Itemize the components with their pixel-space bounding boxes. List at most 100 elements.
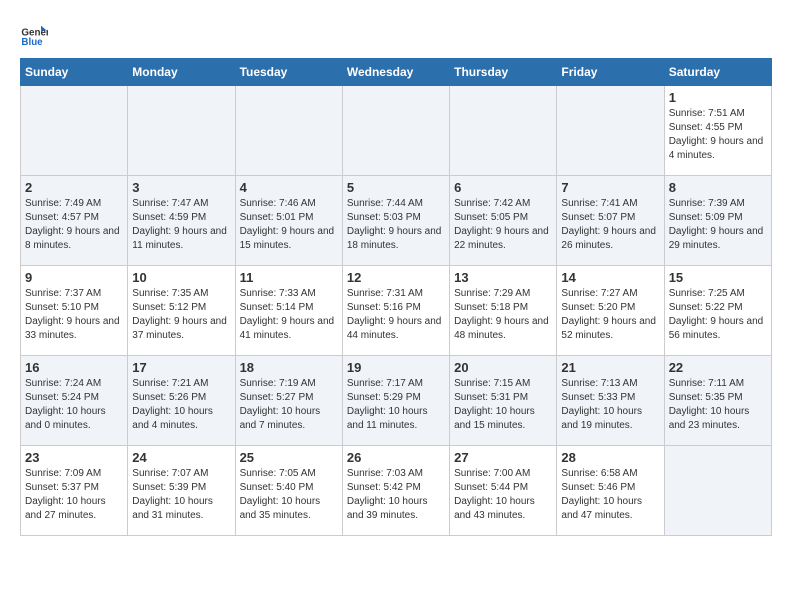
calendar-cell: 27 Sunrise: 7:00 AM Sunset: 5:44 PM Dayli…: [450, 446, 557, 536]
day-info: Sunrise: 7:51 AM Sunset: 4:55 PM Dayligh…: [669, 107, 767, 163]
day-number: 1: [669, 90, 767, 105]
page-header: General Blue: [20, 20, 772, 48]
day-number: 14: [561, 270, 659, 285]
day-number: 22: [669, 360, 767, 375]
calendar-cell: [21, 86, 128, 176]
calendar-cell: 10 Sunrise: 7:35 AM Sunset: 5:12 PM Dayli…: [128, 266, 235, 356]
day-number: 10: [132, 270, 230, 285]
day-number: 18: [240, 360, 338, 375]
day-info: Sunrise: 7:41 AM Sunset: 5:07 PM Dayligh…: [561, 197, 659, 253]
calendar-cell: 22 Sunrise: 7:11 AM Sunset: 5:35 PM Dayli…: [664, 356, 771, 446]
day-info: Sunrise: 7:11 AM Sunset: 5:35 PM Dayligh…: [669, 377, 767, 433]
calendar-cell: 28 Sunrise: 6:58 AM Sunset: 5:46 PM Dayli…: [557, 446, 664, 536]
calendar-cell: 6 Sunrise: 7:42 AM Sunset: 5:05 PM Daylig…: [450, 176, 557, 266]
day-info: Sunrise: 7:35 AM Sunset: 5:12 PM Dayligh…: [132, 287, 230, 343]
day-number: 7: [561, 180, 659, 195]
day-info: Sunrise: 7:33 AM Sunset: 5:14 PM Dayligh…: [240, 287, 338, 343]
day-info: Sunrise: 7:42 AM Sunset: 5:05 PM Dayligh…: [454, 197, 552, 253]
calendar-cell: 19 Sunrise: 7:17 AM Sunset: 5:29 PM Dayli…: [342, 356, 449, 446]
day-number: 4: [240, 180, 338, 195]
day-number: 8: [669, 180, 767, 195]
calendar-cell: 8 Sunrise: 7:39 AM Sunset: 5:09 PM Daylig…: [664, 176, 771, 266]
calendar-cell: 23 Sunrise: 7:09 AM Sunset: 5:37 PM Dayli…: [21, 446, 128, 536]
calendar-cell: 7 Sunrise: 7:41 AM Sunset: 5:07 PM Daylig…: [557, 176, 664, 266]
calendar-table: SundayMondayTuesdayWednesdayThursdayFrid…: [20, 58, 772, 536]
calendar-cell: 15 Sunrise: 7:25 AM Sunset: 5:22 PM Dayli…: [664, 266, 771, 356]
column-header-monday: Monday: [128, 59, 235, 86]
day-info: Sunrise: 7:24 AM Sunset: 5:24 PM Dayligh…: [25, 377, 123, 433]
calendar-cell: 13Sunrise: 7:29 AM Sunset: 5:18 PM Dayli…: [450, 266, 557, 356]
day-info: Sunrise: 7:31 AM Sunset: 5:16 PM Dayligh…: [347, 287, 445, 343]
day-info: Sunrise: 7:39 AM Sunset: 5:09 PM Dayligh…: [669, 197, 767, 253]
day-info: Sunrise: 7:49 AM Sunset: 4:57 PM Dayligh…: [25, 197, 123, 253]
day-number: 28: [561, 450, 659, 465]
calendar-cell: 17Sunrise: 7:21 AM Sunset: 5:26 PM Dayli…: [128, 356, 235, 446]
day-info: Sunrise: 7:29 AM Sunset: 5:18 PM Dayligh…: [454, 287, 552, 343]
day-number: 20: [454, 360, 552, 375]
calendar-cell: 18 Sunrise: 7:19 AM Sunset: 5:27 PM Dayli…: [235, 356, 342, 446]
day-number: 16: [25, 360, 123, 375]
day-number: 19: [347, 360, 445, 375]
day-info: Sunrise: 7:19 AM Sunset: 5:27 PM Dayligh…: [240, 377, 338, 433]
calendar-cell: 11Sunrise: 7:33 AM Sunset: 5:14 PM Dayli…: [235, 266, 342, 356]
day-number: 26: [347, 450, 445, 465]
day-info: Sunrise: 7:47 AM Sunset: 4:59 PM Dayligh…: [132, 197, 230, 253]
calendar-week-row: 2 Sunrise: 7:49 AM Sunset: 4:57 PM Daylig…: [21, 176, 772, 266]
day-info: Sunrise: 7:09 AM Sunset: 5:37 PM Dayligh…: [25, 467, 123, 523]
day-info: Sunrise: 7:07 AM Sunset: 5:39 PM Dayligh…: [132, 467, 230, 523]
day-number: 5: [347, 180, 445, 195]
day-number: 9: [25, 270, 123, 285]
day-number: 6: [454, 180, 552, 195]
day-number: 25: [240, 450, 338, 465]
calendar-cell: 14Sunrise: 7:27 AM Sunset: 5:20 PM Dayli…: [557, 266, 664, 356]
calendar-cell: 21Sunrise: 7:13 AM Sunset: 5:33 PM Dayli…: [557, 356, 664, 446]
logo-icon: General Blue: [20, 20, 48, 48]
day-info: Sunrise: 7:46 AM Sunset: 5:01 PM Dayligh…: [240, 197, 338, 253]
day-number: 23: [25, 450, 123, 465]
column-header-tuesday: Tuesday: [235, 59, 342, 86]
day-info: Sunrise: 6:58 AM Sunset: 5:46 PM Dayligh…: [561, 467, 659, 523]
calendar-week-row: 23 Sunrise: 7:09 AM Sunset: 5:37 PM Dayli…: [21, 446, 772, 536]
column-header-saturday: Saturday: [664, 59, 771, 86]
logo: General Blue: [20, 20, 52, 48]
calendar-cell: [235, 86, 342, 176]
calendar-week-row: 16 Sunrise: 7:24 AM Sunset: 5:24 PM Dayli…: [21, 356, 772, 446]
calendar-header-row: SundayMondayTuesdayWednesdayThursdayFrid…: [21, 59, 772, 86]
calendar-cell: 5Sunrise: 7:44 AM Sunset: 5:03 PM Daylig…: [342, 176, 449, 266]
calendar-cell: 26 Sunrise: 7:03 AM Sunset: 5:42 PM Dayli…: [342, 446, 449, 536]
calendar-cell: 16 Sunrise: 7:24 AM Sunset: 5:24 PM Dayli…: [21, 356, 128, 446]
day-number: 21: [561, 360, 659, 375]
day-info: Sunrise: 7:15 AM Sunset: 5:31 PM Dayligh…: [454, 377, 552, 433]
svg-text:Blue: Blue: [21, 37, 43, 48]
calendar-cell: 25 Sunrise: 7:05 AM Sunset: 5:40 PM Dayli…: [235, 446, 342, 536]
day-number: 3: [132, 180, 230, 195]
calendar-cell: [128, 86, 235, 176]
calendar-week-row: 1 Sunrise: 7:51 AM Sunset: 4:55 PM Daylig…: [21, 86, 772, 176]
day-info: Sunrise: 7:37 AM Sunset: 5:10 PM Dayligh…: [25, 287, 123, 343]
calendar-cell: 20 Sunrise: 7:15 AM Sunset: 5:31 PM Dayli…: [450, 356, 557, 446]
calendar-cell: 3 Sunrise: 7:47 AM Sunset: 4:59 PM Daylig…: [128, 176, 235, 266]
calendar-cell: 24 Sunrise: 7:07 AM Sunset: 5:39 PM Dayli…: [128, 446, 235, 536]
calendar-cell: 4 Sunrise: 7:46 AM Sunset: 5:01 PM Daylig…: [235, 176, 342, 266]
column-header-friday: Friday: [557, 59, 664, 86]
calendar-cell: 12 Sunrise: 7:31 AM Sunset: 5:16 PM Dayli…: [342, 266, 449, 356]
day-number: 27: [454, 450, 552, 465]
day-info: Sunrise: 7:17 AM Sunset: 5:29 PM Dayligh…: [347, 377, 445, 433]
day-number: 24: [132, 450, 230, 465]
day-info: Sunrise: 7:25 AM Sunset: 5:22 PM Dayligh…: [669, 287, 767, 343]
calendar-cell: [342, 86, 449, 176]
day-number: 2: [25, 180, 123, 195]
day-info: Sunrise: 7:05 AM Sunset: 5:40 PM Dayligh…: [240, 467, 338, 523]
calendar-cell: 1 Sunrise: 7:51 AM Sunset: 4:55 PM Daylig…: [664, 86, 771, 176]
column-header-thursday: Thursday: [450, 59, 557, 86]
calendar-cell: 9 Sunrise: 7:37 AM Sunset: 5:10 PM Daylig…: [21, 266, 128, 356]
column-header-wednesday: Wednesday: [342, 59, 449, 86]
calendar-cell: [664, 446, 771, 536]
day-number: 12: [347, 270, 445, 285]
day-number: 15: [669, 270, 767, 285]
calendar-cell: 2 Sunrise: 7:49 AM Sunset: 4:57 PM Daylig…: [21, 176, 128, 266]
day-info: Sunrise: 7:21 AM Sunset: 5:26 PM Dayligh…: [132, 377, 230, 433]
day-info: Sunrise: 7:00 AM Sunset: 5:44 PM Dayligh…: [454, 467, 552, 523]
calendar-cell: [450, 86, 557, 176]
day-info: Sunrise: 7:03 AM Sunset: 5:42 PM Dayligh…: [347, 467, 445, 523]
